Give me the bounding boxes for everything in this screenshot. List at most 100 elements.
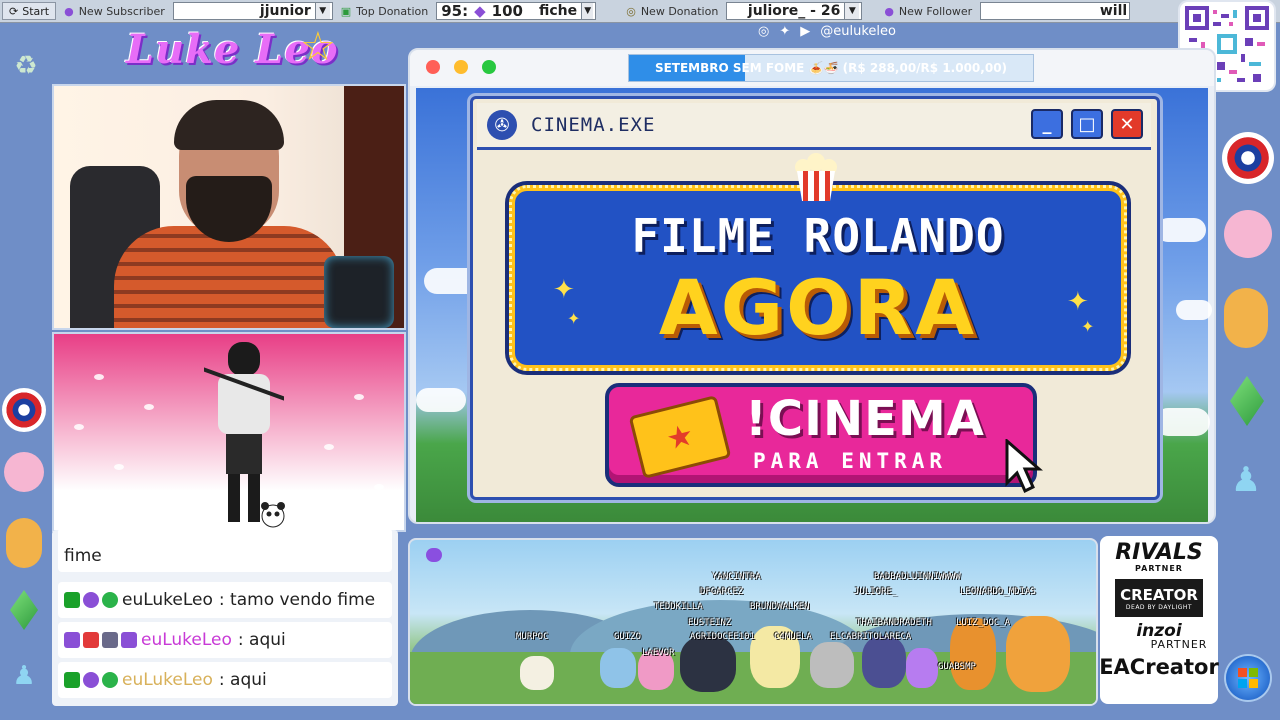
chat-message: fime — [58, 530, 392, 572]
community-username: THAIBANDRADETH — [856, 618, 932, 628]
cinema-command-button[interactable]: ★ !CINEMA PARA ENTRAR — [605, 383, 1037, 487]
film-reel-icon: ✇ — [487, 110, 517, 140]
marquee-headline-main: AGORA — [658, 263, 978, 352]
sub-badge-icon — [121, 632, 137, 648]
community-username: ELCABRITOLARECA — [830, 632, 912, 642]
petal — [114, 464, 124, 470]
inzoi-partner-label: PARTNER — [1150, 638, 1208, 651]
start-button[interactable]: ⟳ Start — [2, 2, 57, 20]
close-button[interactable]: ✕ — [1111, 109, 1143, 139]
community-username: LAEVOR — [642, 648, 675, 658]
petal — [94, 374, 104, 380]
community-avatar — [810, 642, 854, 688]
social-handle: @eulukeleo — [820, 24, 896, 39]
verified-badge-icon — [102, 672, 118, 688]
cloud — [1176, 300, 1212, 320]
community-username: YANCINTRA — [712, 572, 761, 582]
petal — [324, 444, 334, 450]
dropdown-arrow-icon[interactable]: ▼ — [581, 3, 594, 19]
messenger-icon: ♟ — [12, 661, 36, 691]
twitch-badge-icon — [64, 632, 80, 648]
window-titlebar: SETEMBRO SEM FOME 🍝🍜 (R$ 288,00/R$ 1.000… — [410, 50, 1214, 86]
windows-logo-icon — [1238, 679, 1247, 688]
chat-message: euLukeLeo : aqui — [58, 622, 392, 658]
ticket-icon: ★ — [628, 395, 732, 479]
partner-panel: RIVALS PARTNER CREATOR DEAD BY DAYLIGHT … — [1099, 536, 1219, 704]
messenger-icon: ♟ — [1230, 460, 1262, 500]
chat-username[interactable]: euLukeLeo — [122, 670, 213, 690]
dbd-creator-badge: CREATOR DEAD BY DAYLIGHT — [1115, 579, 1203, 617]
alert-bar: ⟳ Start ● New Subscriber jjunior ▼ ▣ Top… — [0, 0, 1280, 23]
community-username: C4MUELA — [774, 632, 812, 642]
ea-creator-logo: EACreator — [1099, 655, 1219, 679]
user-icon: ● — [64, 4, 74, 18]
now-playing-marquee: FILME ROLANDO AGORA ✦ ✦ ✦ ✦ — [509, 185, 1127, 371]
community-username: AGRIDOCEE101 — [690, 632, 756, 642]
community-username: DFGARCEZ — [700, 587, 744, 597]
community-username: BADBADLUINNIWWWW — [874, 572, 961, 582]
chat-username[interactable]: euLukeLeo — [141, 630, 232, 650]
plumbob-icon — [10, 590, 38, 630]
new-donation-field[interactable]: juliore_ - 26 ▼ — [726, 2, 863, 20]
chat-badges — [64, 592, 118, 608]
kick-badge-icon — [64, 672, 80, 688]
recycle-bin-icon[interactable]: ♻ — [6, 46, 46, 86]
windows-logo-icon — [1238, 668, 1247, 677]
sparkle-icon: ✦ — [1081, 317, 1095, 336]
jigglypuff-icon — [1224, 210, 1272, 258]
character-art-panel — [52, 332, 406, 532]
maximize-dot-icon[interactable] — [482, 60, 496, 74]
petal — [374, 484, 384, 490]
follower-field[interactable]: will — [980, 2, 1131, 20]
minimize-button[interactable]: _ — [1031, 109, 1063, 139]
panda-icon — [261, 502, 285, 528]
community-avatar — [906, 648, 938, 688]
start-icon: ⟳ — [9, 4, 19, 18]
community-username: LUIZ_DOC_A — [956, 618, 1011, 628]
petal — [144, 404, 154, 410]
instagram-icon: ◎ — [758, 24, 770, 39]
community-avatar — [600, 648, 636, 688]
minimize-dot-icon[interactable] — [454, 60, 468, 74]
dropdown-arrow-icon[interactable]: ▼ — [314, 3, 330, 19]
cinema-title: CINEMA.EXE — [531, 114, 656, 136]
cinema-dialog: ✇ CINEMA.EXE _ □ ✕ FILME ROLANDO AGORA ✦… — [470, 96, 1160, 500]
rivals-logo: RIVALS — [1115, 540, 1203, 565]
donation-label: ▣ Top Donation — [340, 4, 429, 18]
jigglypuff-icon — [4, 452, 44, 492]
community-username: MURPOC — [516, 632, 549, 642]
dropdown-arrow-icon[interactable]: ▼ — [844, 3, 860, 19]
windows-logo-icon — [1249, 668, 1258, 677]
community-username: BRUNDWALKEN — [750, 602, 810, 612]
cloud — [1156, 218, 1206, 242]
follower-label: ● New Follower — [884, 4, 973, 18]
subscriber-field[interactable]: jjunior ▼ — [172, 2, 333, 20]
star-icon: ☆ — [300, 24, 336, 70]
mic-badge-icon — [83, 592, 99, 608]
maximize-button[interactable]: □ — [1071, 109, 1103, 139]
donation-field[interactable]: 95: ◆ 100 fiche ▼ — [436, 2, 597, 20]
community-username: LEONARDO_MDIAS — [960, 587, 1036, 597]
cinema-command: !CINEMA — [745, 391, 985, 447]
webcam-feed — [52, 84, 406, 330]
sparkle-icon: ✦ — [1067, 287, 1089, 317]
follower-icon: ● — [884, 4, 894, 18]
chat-username[interactable]: euLukeLeo — [122, 590, 213, 610]
cinema-command-subtitle: PARA ENTRAR — [753, 449, 948, 473]
youtube-icon: ▶ — [800, 24, 811, 39]
windows-logo-icon — [1249, 679, 1258, 688]
community-avatar — [1006, 616, 1070, 692]
youtube-badge-icon — [83, 632, 99, 648]
community-username: GUABSMP — [938, 662, 976, 672]
close-dot-icon[interactable] — [426, 60, 440, 74]
new-donation-label: ◎ New Donation — [626, 4, 719, 18]
microphone — [324, 256, 394, 328]
chat-message: euLukeLeo : aqui — [58, 662, 392, 698]
character-avatar-icon — [1224, 288, 1268, 348]
windows-start-orb[interactable] — [1226, 656, 1270, 700]
mic-badge-icon — [83, 672, 99, 688]
donation-goal-bar: SETEMBRO SEM FOME 🍝🍜 (R$ 288,00/R$ 1.000… — [628, 54, 1034, 82]
pointer-cursor-icon — [1005, 439, 1043, 494]
popcorn-icon — [795, 153, 837, 201]
verified-badge-icon — [102, 592, 118, 608]
